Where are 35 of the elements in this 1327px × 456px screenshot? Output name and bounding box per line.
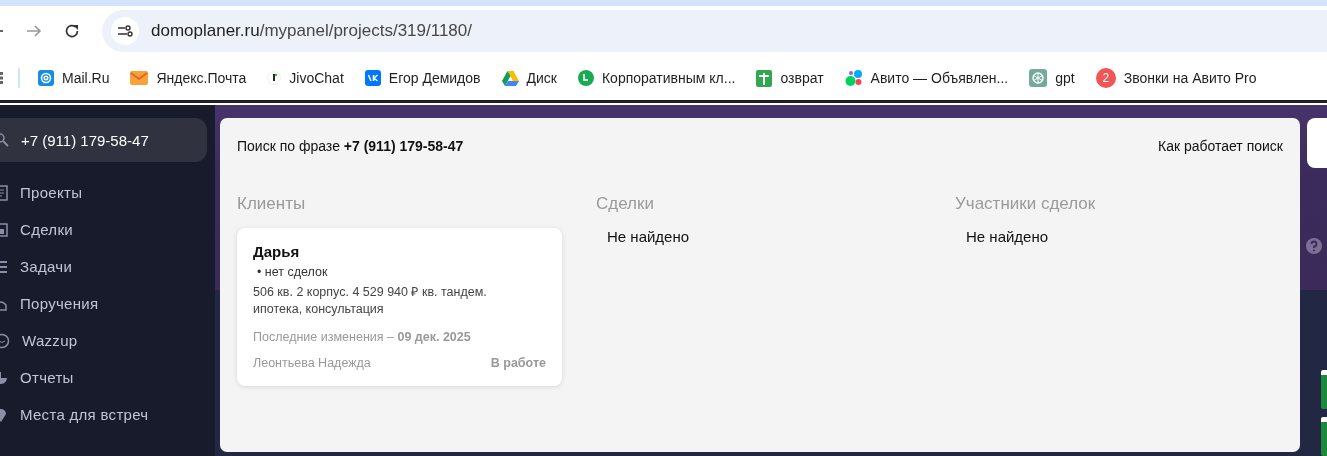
client-description: 506 кв. 2 корпус. 4 529 940 ₽ кв. тандем. ипотека, консультация — [253, 284, 488, 318]
help-link[interactable]: Как работает поиск — [1158, 138, 1283, 154]
search-phrase: Поиск по фразе +7 (911) 179-58-47 — [237, 138, 464, 154]
bookmark[interactable]: JivoChat — [267, 70, 344, 86]
section-title: Участники сделок — [955, 194, 1097, 214]
bookmark[interactable]: 2 Звонки на Авито Pro — [1095, 68, 1257, 88]
nav-item[interactable]: Проекты — [0, 174, 215, 211]
client-name[interactable]: Дарья — [253, 243, 546, 260]
deals-note: • нет сделок — [257, 265, 329, 279]
nav-item[interactable]: Места для встреч — [0, 396, 215, 433]
nav-item[interactable]: Сделки — [0, 211, 215, 248]
bookmark[interactable]: озврат — [756, 69, 824, 87]
bookmark[interactable]: Егор Демидов — [364, 70, 481, 86]
section-title: Клиенты — [237, 194, 307, 214]
nav-item[interactable]: Отчеты — [0, 359, 215, 396]
nav-item[interactable]: Wazzup — [0, 322, 215, 359]
manager-name: Леонтьева Надежда — [253, 356, 371, 370]
bookmark[interactable]: Авито — Объявлен... — [844, 69, 1009, 87]
nav-item[interactable]: Задачи — [0, 248, 215, 285]
bookmark[interactable]: Диск — [501, 70, 557, 86]
status-label: В работе — [490, 356, 546, 370]
badge-icon: 2 — [1095, 68, 1116, 88]
empty-message: Не найдено — [607, 228, 691, 245]
bookmark[interactable]: Корпоративным кл... — [577, 70, 736, 86]
nav-item[interactable]: Поручения — [0, 285, 215, 322]
bookmark[interactable]: Mail.Ru — [38, 70, 110, 86]
empty-message: Не найдено — [966, 228, 1050, 245]
bookmark[interactable]: Яндекс.Почта — [130, 70, 247, 86]
address-bar[interactable]: domoplaner.ru/mypanel/projects/319/1180/ — [102, 10, 1327, 52]
last-updated: Последние изменения – 09 дек. 2025 — [253, 330, 472, 344]
section-title: Сделки — [596, 194, 655, 214]
bookmark[interactable]: gpt — [1029, 69, 1075, 87]
search-field[interactable]: +7 (911) 179-58-47 — [0, 118, 207, 162]
client-card[interactable]: Дарья • нет сделок 506 кв. 2 корпус. 4 529 940 ₽ кв. тандем. ипотека, консультация Последние изменения – 09 дек. 2025 Леонтьева Надежда В работе — [237, 228, 562, 386]
url-text: domoplaner.ru/mypanel/projects/319/1180/ — [151, 21, 472, 41]
